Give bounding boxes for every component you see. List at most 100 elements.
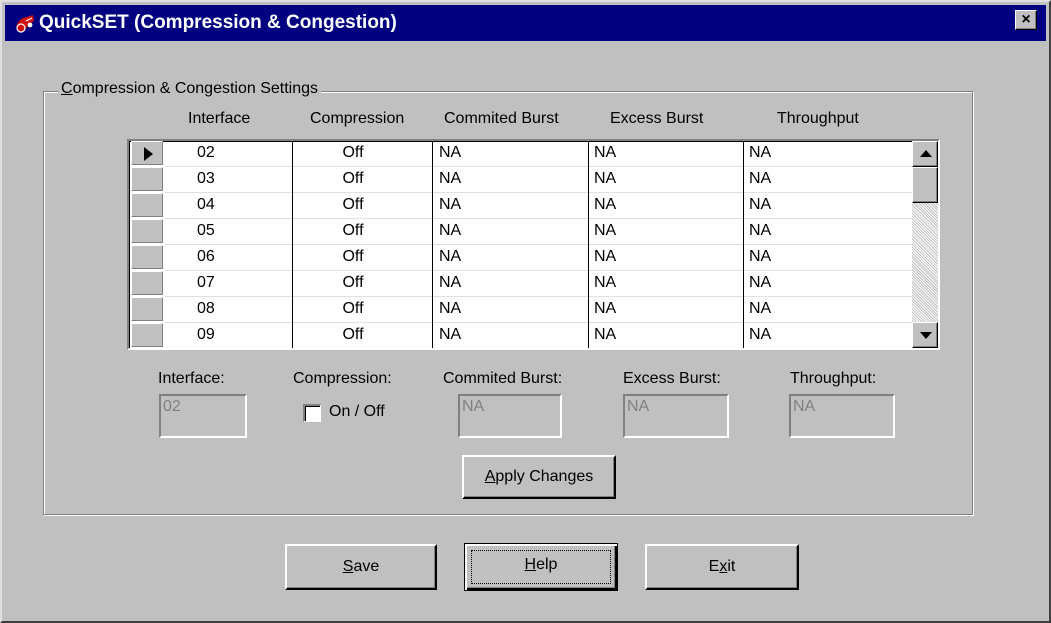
compression-cell[interactable]: Off: [323, 193, 383, 217]
compression-cell[interactable]: Off: [323, 297, 383, 321]
column-header-interface[interactable]: Interface: [188, 110, 250, 128]
focus-rect: [471, 550, 611, 584]
throughput-field[interactable]: NA: [789, 394, 895, 438]
excess-burst-cell[interactable]: NA: [594, 323, 616, 347]
excess-burst-cell[interactable]: NA: [594, 271, 616, 295]
row-selector[interactable]: [131, 219, 163, 243]
compression-cell[interactable]: Off: [323, 245, 383, 269]
scroll-up-button[interactable]: [912, 141, 938, 167]
app-icon: [14, 12, 36, 34]
interface-cell[interactable]: 06: [197, 245, 215, 269]
scroll-down-button[interactable]: [912, 322, 938, 348]
grid-divider: [292, 141, 293, 348]
excess-burst-field[interactable]: NA: [623, 394, 729, 438]
row-divider: [165, 296, 912, 297]
scroll-thumb[interactable]: [912, 167, 938, 203]
save-button[interactable]: Save: [285, 544, 437, 590]
interface-cell[interactable]: 08: [197, 297, 215, 321]
close-button[interactable]: ×: [1015, 10, 1037, 30]
throughput-cell[interactable]: NA: [749, 167, 771, 191]
committed-burst-field[interactable]: NA: [458, 394, 562, 438]
interface-cell[interactable]: 04: [197, 193, 215, 217]
committed-burst-cell[interactable]: NA: [439, 297, 461, 321]
interface-field[interactable]: 02: [159, 394, 247, 438]
apply-label: pply Changes: [495, 468, 594, 485]
throughput-cell[interactable]: NA: [749, 219, 771, 243]
compression-cell[interactable]: Off: [323, 271, 383, 295]
table-row[interactable]: 05 Off NA NA NA: [131, 218, 912, 243]
group-legend-hotkey: C: [61, 80, 73, 97]
row-selector[interactable]: [131, 245, 163, 269]
save-hotkey: S: [342, 558, 354, 575]
throughput-cell[interactable]: NA: [749, 323, 771, 347]
interface-cell[interactable]: 07: [197, 271, 215, 295]
row-selector[interactable]: [131, 167, 163, 191]
row-selector[interactable]: [131, 297, 163, 321]
excess-burst-label: Excess Burst:: [623, 370, 721, 387]
column-header-committed-burst[interactable]: Commited Burst: [444, 110, 559, 128]
settings-grid[interactable]: 02 Off NA NA NA 03 Off NA NA NA 04 Off NA NA NA 05 Off NA…: [127, 139, 940, 350]
excess-burst-cell[interactable]: NA: [594, 245, 616, 269]
table-row[interactable]: 08 Off NA NA NA: [131, 296, 912, 321]
close-icon: ×: [1021, 11, 1031, 28]
row-selector[interactable]: [131, 323, 163, 347]
row-divider: [165, 166, 912, 167]
interface-cell[interactable]: 09: [197, 323, 215, 347]
interface-cell[interactable]: 02: [197, 141, 215, 165]
compression-cell[interactable]: Off: [323, 323, 383, 347]
exit-button[interactable]: Exit: [645, 544, 799, 590]
throughput-cell[interactable]: NA: [749, 245, 771, 269]
help-button[interactable]: Help: [464, 543, 618, 591]
excess-burst-cell[interactable]: NA: [594, 167, 616, 191]
column-header-excess-burst[interactable]: Excess Burst: [610, 110, 703, 128]
current-row-arrow-icon: [144, 147, 153, 161]
excess-burst-cell[interactable]: NA: [594, 193, 616, 217]
exit-label-pre: E: [708, 558, 720, 575]
arrow-up-icon: [920, 150, 932, 157]
quickset-window: QuickSET (Compression & Congestion) × Co…: [0, 0, 1051, 623]
excess-burst-cell[interactable]: NA: [594, 219, 616, 243]
interface-cell[interactable]: 05: [197, 219, 215, 243]
window-title: QuickSET (Compression & Congestion): [39, 12, 397, 33]
exit-label-rest: it: [727, 558, 736, 575]
table-row[interactable]: 03 Off NA NA NA: [131, 166, 912, 191]
grid-scrollbar[interactable]: [912, 141, 938, 348]
interface-cell[interactable]: 03: [197, 167, 215, 191]
apply-changes-button[interactable]: Apply Changes: [462, 455, 616, 499]
compression-cell[interactable]: Off: [323, 167, 383, 191]
committed-burst-cell[interactable]: NA: [439, 141, 461, 165]
table-row[interactable]: 06 Off NA NA NA: [131, 244, 912, 269]
throughput-cell[interactable]: NA: [749, 193, 771, 217]
committed-burst-cell[interactable]: NA: [439, 323, 461, 347]
excess-burst-cell[interactable]: NA: [594, 141, 616, 165]
row-divider: [165, 218, 912, 219]
committed-burst-cell[interactable]: NA: [439, 219, 461, 243]
table-row[interactable]: 02 Off NA NA NA: [131, 141, 912, 165]
committed-burst-cell[interactable]: NA: [439, 193, 461, 217]
committed-burst-cell[interactable]: NA: [439, 271, 461, 295]
column-header-throughput[interactable]: Throughput: [777, 110, 859, 128]
committed-burst-cell[interactable]: NA: [439, 245, 461, 269]
committed-burst-cell[interactable]: NA: [439, 167, 461, 191]
row-divider: [165, 270, 912, 271]
group-legend: Compression & Congestion Settings: [58, 80, 322, 98]
row-selector[interactable]: [131, 141, 163, 165]
table-row[interactable]: 07 Off NA NA NA: [131, 270, 912, 295]
throughput-label: Throughput:: [790, 370, 877, 387]
table-row[interactable]: 04 Off NA NA NA: [131, 192, 912, 217]
compression-cell[interactable]: Off: [323, 219, 383, 243]
table-row[interactable]: 09 Off NA NA NA: [131, 322, 912, 347]
compression-toggle-label[interactable]: On / Off: [329, 403, 385, 421]
row-selector[interactable]: [131, 271, 163, 295]
throughput-cell[interactable]: NA: [749, 297, 771, 321]
apply-hotkey: A: [484, 468, 496, 485]
column-header-compression[interactable]: Compression: [310, 110, 404, 128]
compression-checkbox[interactable]: [303, 404, 321, 422]
throughput-cell[interactable]: NA: [749, 141, 771, 165]
save-label: ave: [353, 558, 380, 575]
throughput-cell[interactable]: NA: [749, 271, 771, 295]
excess-burst-cell[interactable]: NA: [594, 297, 616, 321]
compression-cell[interactable]: Off: [323, 141, 383, 165]
row-selector[interactable]: [131, 193, 163, 217]
title-bar[interactable]: QuickSET (Compression & Congestion): [5, 5, 1046, 41]
